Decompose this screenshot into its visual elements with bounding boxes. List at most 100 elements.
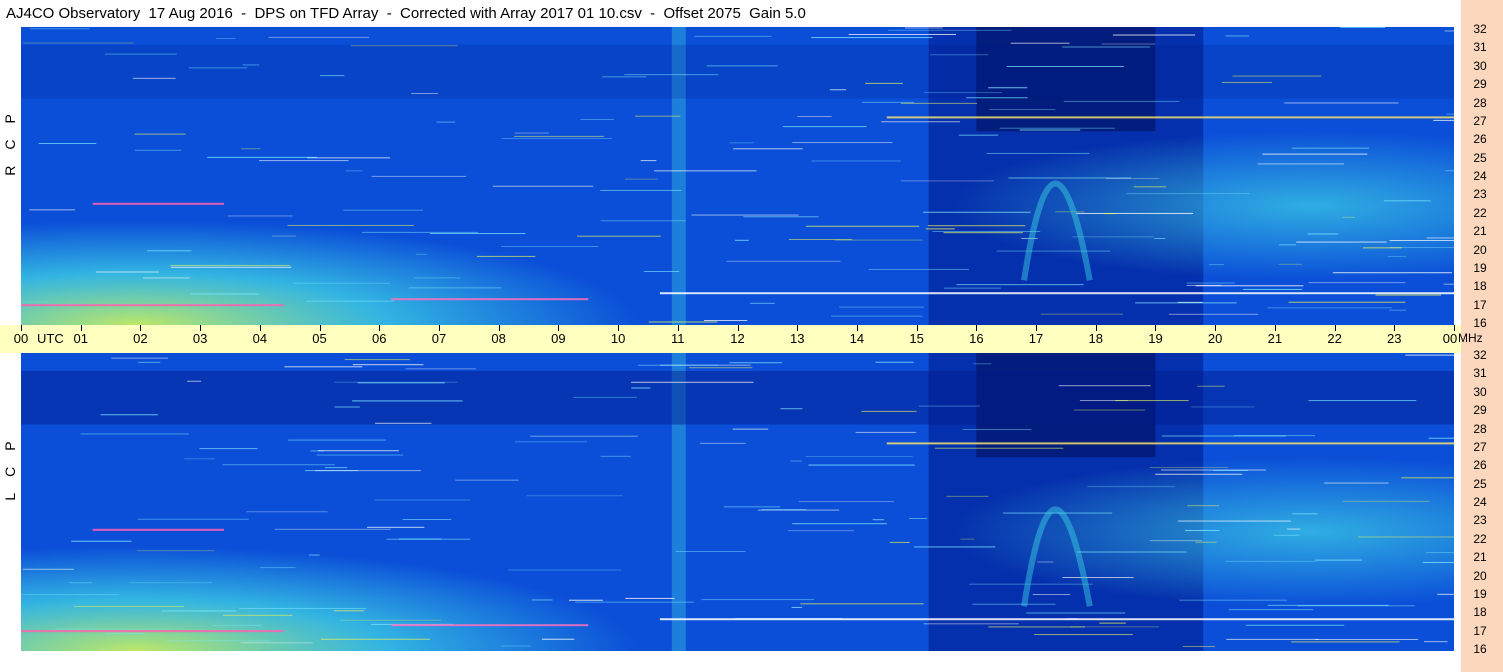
- interference-streak: [455, 479, 519, 481]
- interference-streak: [530, 435, 638, 437]
- interference-streak: [699, 442, 746, 444]
- interference-streak: [1076, 551, 1187, 553]
- interference-streak: [429, 233, 526, 235]
- interference-streak: [514, 135, 604, 137]
- interference-streak: [1422, 561, 1454, 563]
- interference-streak: [1324, 482, 1389, 484]
- interference-streak: [872, 519, 885, 521]
- interference-streak: [1296, 241, 1387, 243]
- strong-streak: [92, 528, 225, 531]
- interference-streak: [508, 569, 622, 571]
- interference-streak: [132, 77, 176, 79]
- interference-streak: [1426, 237, 1454, 239]
- freq-tick-label: 16: [1473, 316, 1487, 330]
- interference-streak: [170, 266, 292, 268]
- interference-streak: [1332, 272, 1453, 274]
- freq-tick-label: 24: [1473, 495, 1487, 509]
- interference-streak: [958, 134, 999, 136]
- interference-streak: [855, 431, 917, 433]
- interference-streak: [1099, 622, 1126, 624]
- interference-streak: [146, 250, 192, 252]
- spectrogram-svg: [21, 27, 1454, 325]
- interference-streak: [914, 546, 996, 548]
- interference-streak: [1315, 559, 1362, 561]
- interference-streak: [501, 645, 531, 647]
- interference-streak: [399, 538, 442, 540]
- strong-streak: [659, 292, 1454, 295]
- interference-streak: [242, 64, 260, 66]
- freq-tick-label: 26: [1473, 132, 1487, 147]
- interference-streak: [1225, 560, 1316, 562]
- freq-tick-label: 30: [1473, 384, 1487, 399]
- interference-streak: [1040, 313, 1124, 315]
- interference-streak: [1443, 283, 1454, 285]
- interference-streak: [190, 293, 260, 295]
- freq-tick-label: 25: [1473, 150, 1487, 165]
- interference-streak: [808, 464, 915, 466]
- freq-tick-label: 23: [1473, 187, 1487, 202]
- interference-streak: [259, 160, 349, 162]
- interference-streak: [1115, 400, 1189, 402]
- interference-streak: [68, 582, 93, 584]
- interference-streak: [340, 619, 442, 621]
- interference-streak: [1292, 147, 1370, 149]
- freq-tick-label: 18: [1473, 605, 1487, 620]
- interference-streak: [161, 610, 237, 612]
- interference-streak: [654, 170, 757, 172]
- interference-streak: [134, 149, 182, 151]
- interference-streak: [798, 501, 894, 503]
- interference-streak: [1062, 46, 1150, 48]
- interference-streak: [514, 132, 549, 134]
- interference-streak: [1315, 638, 1419, 640]
- interference-streak: [792, 523, 887, 525]
- interference-streak: [861, 410, 917, 412]
- interference-streak: [1073, 409, 1146, 411]
- interference-streak: [199, 448, 258, 450]
- interference-streak: [625, 597, 675, 599]
- freq-tick-label: 17: [1473, 623, 1487, 638]
- interference-streak: [600, 189, 682, 191]
- interference-streak: [1058, 385, 1151, 387]
- interference-streak: [689, 367, 753, 369]
- interference-streak: [839, 306, 924, 308]
- time-tick-label: 00: [1442, 331, 1458, 346]
- interference-streak: [343, 209, 423, 211]
- freq-tick-label: 28: [1473, 421, 1487, 436]
- interference-streak: [136, 550, 215, 552]
- interference-streak: [600, 455, 631, 457]
- interference-streak: [1342, 216, 1355, 218]
- interference-streak: [811, 37, 933, 39]
- interference-streak: [1187, 505, 1220, 507]
- interference-streak: [55, 628, 170, 630]
- interference-streak: [1375, 294, 1442, 296]
- interference-streak: [352, 364, 424, 366]
- interference-streak: [1105, 178, 1160, 180]
- interference-streak: [375, 422, 432, 424]
- freq-tick-label: 22: [1473, 531, 1487, 546]
- interference-streak: [71, 540, 132, 542]
- interference-streak: [22, 568, 74, 570]
- time-tick-label: 01: [73, 331, 88, 346]
- interference-streak: [943, 232, 1023, 234]
- polarization-label: LCP: [2, 425, 18, 501]
- strong-streak: [21, 630, 284, 633]
- time-tick-label: 10: [610, 331, 626, 346]
- interference-streak: [962, 429, 1032, 431]
- interference-streak: [317, 450, 399, 452]
- interference-streak: [1444, 30, 1454, 32]
- interference-streak: [694, 35, 772, 37]
- interference-streak: [675, 550, 746, 552]
- strong-streak: [21, 304, 284, 307]
- interference-streak: [1190, 406, 1255, 408]
- time-tick-label: 11: [671, 331, 685, 346]
- interference-streak: [624, 178, 659, 180]
- interference-streak: [321, 638, 430, 640]
- interference-streak: [1135, 302, 1237, 304]
- interference-streak: [1245, 624, 1345, 626]
- interference-streak: [222, 464, 335, 466]
- freq-tick-label: 30: [1473, 58, 1487, 73]
- interference-streak: [1232, 75, 1322, 77]
- interference-streak: [643, 270, 680, 272]
- utc-unit-label: UTC: [37, 331, 64, 346]
- interference-streak: [1149, 540, 1202, 542]
